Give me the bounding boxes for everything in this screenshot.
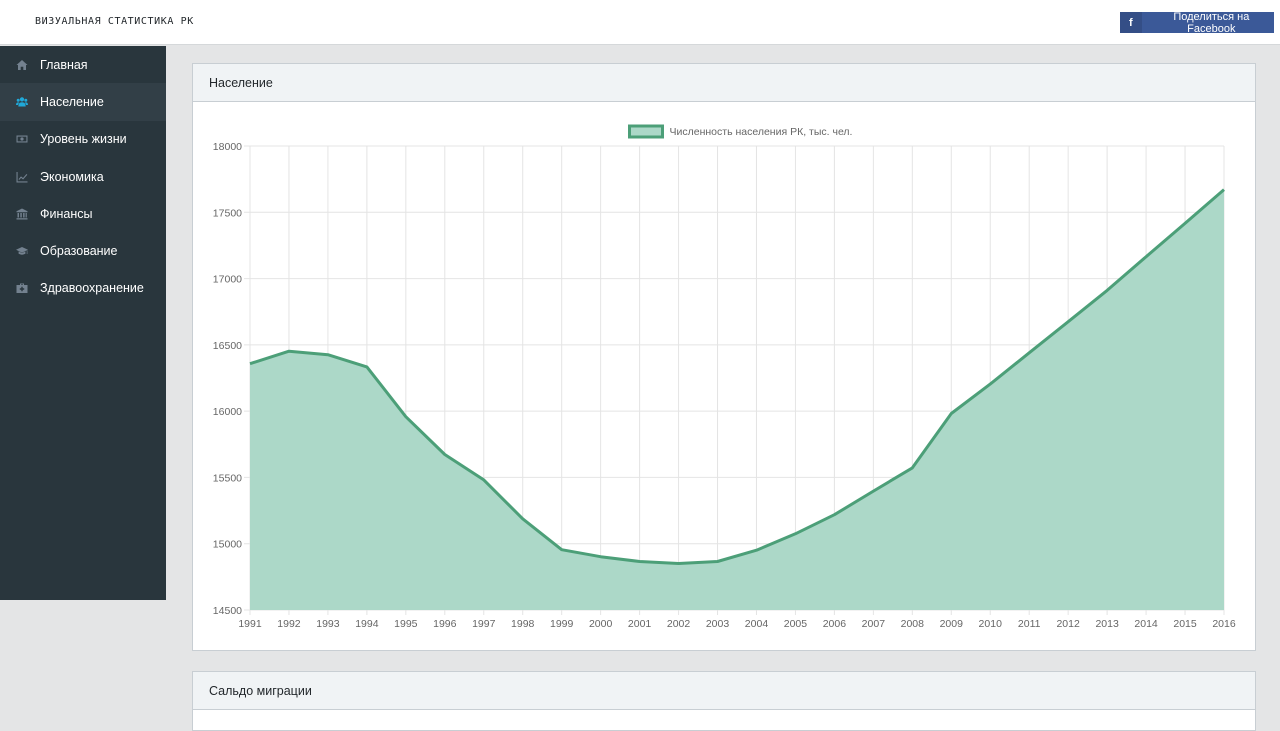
x-tick-label: 2010 bbox=[979, 618, 1003, 630]
x-tick-label: 1991 bbox=[238, 618, 262, 630]
legend-label: Численность населения РК, тыс. чел. bbox=[670, 126, 853, 138]
sidebar-item-label: Уровень жизни bbox=[40, 132, 127, 147]
sidebar-item-label: Экономика bbox=[40, 169, 104, 184]
sidebar-item-label: Образование bbox=[40, 244, 118, 259]
y-tick-label: 17000 bbox=[213, 274, 242, 286]
sidebar-item-label: Здравоохранение bbox=[40, 281, 144, 296]
x-tick-label: 1994 bbox=[355, 618, 379, 630]
x-tick-label: 2007 bbox=[862, 618, 886, 630]
y-tick-label: 16000 bbox=[213, 406, 242, 418]
sidebar-item-population[interactable]: Население bbox=[0, 83, 166, 121]
share-facebook-label: Поделиться на Facebook bbox=[1173, 10, 1250, 35]
x-tick-label: 1995 bbox=[394, 618, 418, 630]
population-card: Население 14500 15000 15500 16000 16500 17000… bbox=[192, 63, 1256, 651]
sidebar-item-healthcare[interactable]: Здравоохранение bbox=[0, 270, 166, 307]
x-tick-label: 2006 bbox=[823, 618, 847, 630]
x-tick-label: 1998 bbox=[511, 618, 535, 630]
x-tick-label: 2005 bbox=[784, 618, 808, 630]
x-tick-label: 1999 bbox=[550, 618, 574, 630]
y-axis: 14500 15000 15500 16000 16500 17000 17500 18000 bbox=[213, 141, 242, 617]
sidebar-item-label: Население bbox=[40, 94, 104, 109]
users-icon bbox=[0, 96, 40, 108]
y-tick-label: 18000 bbox=[213, 141, 242, 153]
x-tick-label: 2014 bbox=[1134, 618, 1158, 630]
sidebar-item-living-standard[interactable]: Уровень жизни bbox=[0, 121, 166, 158]
y-tick-label: 17500 bbox=[213, 207, 242, 219]
line-chart-icon bbox=[0, 171, 40, 183]
sidebar-item-economy[interactable]: Экономика bbox=[0, 158, 166, 195]
x-tick-label: 2003 bbox=[706, 618, 730, 630]
x-tick-label: 1992 bbox=[277, 618, 301, 630]
top-navbar: ВИЗУАЛЬНАЯ СТАТИСТИКА РК f Поделиться на… bbox=[0, 0, 1280, 45]
x-tick-label: 2012 bbox=[1056, 618, 1080, 630]
sidebar-item-label: Главная bbox=[40, 57, 88, 72]
x-tick-label: 2000 bbox=[589, 618, 613, 630]
sidebar-item-finance[interactable]: Финансы bbox=[0, 195, 166, 232]
x-tick-label: 2013 bbox=[1095, 618, 1119, 630]
medkit-icon bbox=[0, 282, 40, 294]
graduation-cap-icon bbox=[0, 245, 40, 257]
facebook-icon: f bbox=[1120, 12, 1142, 33]
sidebar-item-home[interactable]: Главная bbox=[0, 46, 166, 83]
population-chart: 14500 15000 15500 16000 16500 17000 17500 18000… bbox=[213, 124, 1236, 630]
app-brand[interactable]: ВИЗУАЛЬНАЯ СТАТИСТИКА РК bbox=[35, 16, 194, 27]
x-tick-label: 1996 bbox=[433, 618, 457, 630]
x-tick-label: 2008 bbox=[901, 618, 925, 630]
x-tick-label: 2015 bbox=[1173, 618, 1197, 630]
sidebar-item-label: Финансы bbox=[40, 206, 93, 221]
legend-swatch bbox=[628, 124, 664, 139]
y-tick-label: 14500 bbox=[213, 605, 242, 617]
x-tick-label: 2002 bbox=[667, 618, 691, 630]
bank-icon bbox=[0, 208, 40, 220]
y-tick-label: 15000 bbox=[213, 539, 242, 551]
x-axis: 1991 1992 1993 1994 1995 1996 1997 1998 1999 2000… bbox=[238, 618, 1236, 630]
y-tick-label: 16500 bbox=[213, 340, 242, 352]
migration-card: Сальдо миграции bbox=[192, 671, 1256, 731]
x-tick-label: 2011 bbox=[1018, 618, 1041, 630]
x-tick-label: 1993 bbox=[316, 618, 340, 630]
sidebar: Главная Население Уровень жизни Экономик… bbox=[0, 46, 166, 600]
home-icon bbox=[0, 59, 40, 71]
chart-legend[interactable]: Численность населения РК, тыс. чел. bbox=[628, 124, 853, 139]
card-title: Сальдо миграции bbox=[193, 672, 1255, 710]
x-tick-label: 1997 bbox=[472, 618, 496, 630]
card-title: Население bbox=[193, 64, 1255, 102]
x-tick-label: 2001 bbox=[628, 618, 652, 630]
share-facebook-button[interactable]: f Поделиться на Facebook bbox=[1120, 10, 1274, 35]
money-icon bbox=[0, 133, 40, 145]
x-tick-label: 2004 bbox=[745, 618, 769, 630]
x-tick-label: 2016 bbox=[1212, 618, 1236, 630]
sidebar-item-education[interactable]: Образование bbox=[0, 232, 166, 269]
x-tick-label: 2009 bbox=[940, 618, 964, 630]
series-area bbox=[250, 189, 1224, 610]
y-tick-label: 15500 bbox=[213, 472, 242, 484]
